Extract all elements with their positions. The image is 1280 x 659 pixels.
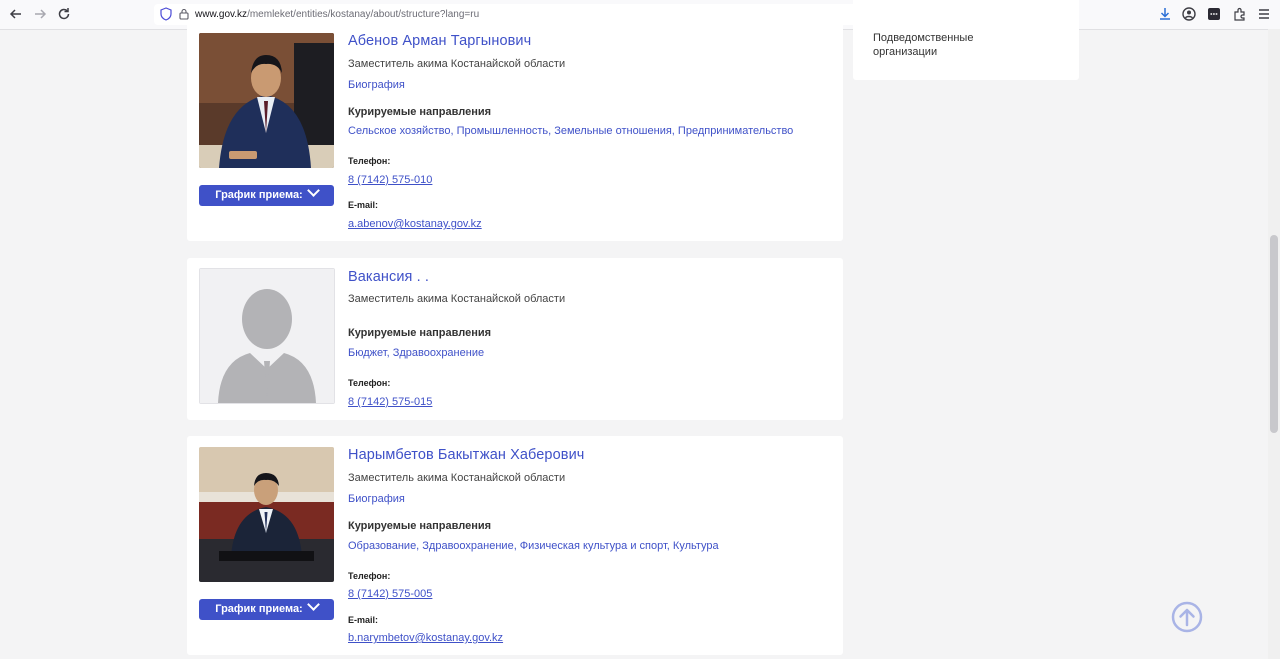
official-name[interactable]: Вакансия . . bbox=[348, 269, 429, 285]
biography-link[interactable]: Биография bbox=[348, 79, 405, 91]
sidebar-item-subordinate-organizations[interactable]: Подведомственные организации bbox=[873, 31, 1023, 59]
biography-link[interactable]: Биография bbox=[348, 493, 405, 505]
schedule-button[interactable]: График приема: bbox=[199, 598, 334, 620]
extension-badge-icon[interactable] bbox=[1206, 6, 1222, 22]
back-arrow-icon[interactable] bbox=[8, 6, 24, 22]
official-photo bbox=[199, 33, 334, 168]
scrollbar-thumb[interactable] bbox=[1270, 235, 1278, 433]
phone-link[interactable]: 8 (7142) 575-005 bbox=[348, 588, 432, 600]
schedule-button[interactable]: График приема: bbox=[199, 184, 334, 206]
phone-link[interactable]: 8 (7142) 575-015 bbox=[348, 396, 432, 408]
directions-value: Бюджет, Здравоохранение bbox=[348, 347, 485, 359]
official-photo bbox=[199, 447, 334, 582]
sidebar-menu: Подведомственные организации bbox=[853, 0, 1079, 80]
menu-icon[interactable] bbox=[1256, 6, 1272, 22]
directions-label: Курируемые направления bbox=[348, 106, 492, 118]
official-name[interactable]: Нарымбетов Бакытжан Хаберович bbox=[348, 447, 584, 463]
forward-arrow-icon[interactable] bbox=[32, 6, 48, 22]
email-label: E-mail: bbox=[348, 200, 379, 210]
directions-label: Курируемые направления bbox=[348, 327, 492, 339]
official-card: Вакансия . . Заместитель акима Костанайс… bbox=[187, 258, 843, 420]
schedule-button-label: График приема: bbox=[215, 603, 303, 615]
chevron-down-icon bbox=[306, 598, 320, 611]
placeholder-avatar bbox=[199, 268, 335, 404]
scroll-to-top-icon[interactable] bbox=[1171, 601, 1203, 633]
extensions-puzzle-icon[interactable] bbox=[1232, 6, 1248, 22]
official-position: Заместитель акима Костанайской области bbox=[348, 472, 566, 484]
account-icon[interactable] bbox=[1181, 6, 1197, 22]
chevron-down-icon bbox=[306, 184, 320, 197]
official-name[interactable]: Абенов Арман Таргынович bbox=[348, 33, 531, 49]
email-link[interactable]: a.abenov@kostanay.gov.kz bbox=[348, 218, 482, 230]
url-text: www.gov.kz/memleket/entities/kostanay/ab… bbox=[195, 9, 480, 20]
official-card: Абенов Арман Таргынович Заместитель аким… bbox=[187, 22, 843, 241]
tracking-shield-icon[interactable] bbox=[160, 7, 172, 21]
directions-value: Сельское хозяйство, Промышленность, Земе… bbox=[348, 125, 794, 137]
phone-label: Телефон: bbox=[348, 156, 391, 166]
reload-icon[interactable] bbox=[56, 6, 72, 22]
phone-label: Телефон: bbox=[348, 571, 391, 581]
email-link[interactable]: b.narymbetov@kostanay.gov.kz bbox=[348, 632, 503, 644]
download-icon[interactable] bbox=[1157, 6, 1173, 22]
official-card: Нарымбетов Бакытжан Хаберович Заместител… bbox=[187, 436, 843, 655]
official-position: Заместитель акима Костанайской области bbox=[348, 58, 566, 70]
directions-value: Образование, Здравоохранение, Физическая… bbox=[348, 540, 719, 552]
directions-label: Курируемые направления bbox=[348, 520, 492, 532]
official-position: Заместитель акима Костанайской области bbox=[348, 293, 566, 305]
page-scrollbar[interactable] bbox=[1268, 29, 1280, 659]
schedule-button-label: График приема: bbox=[215, 189, 303, 201]
email-label: E-mail: bbox=[348, 615, 379, 625]
phone-link[interactable]: 8 (7142) 575-010 bbox=[348, 174, 432, 186]
lock-icon[interactable] bbox=[179, 8, 189, 20]
phone-label: Телефон: bbox=[348, 378, 391, 388]
